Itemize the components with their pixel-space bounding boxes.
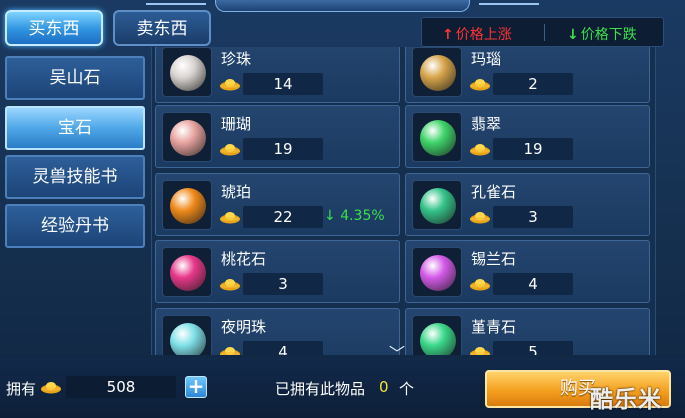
item-icon-frame bbox=[412, 112, 462, 162]
category-item[interactable]: 经验丹书 bbox=[5, 204, 145, 248]
gem-icon bbox=[170, 120, 206, 156]
trend-value: 4.35% bbox=[340, 208, 385, 224]
item-price: 4 bbox=[243, 341, 323, 355]
item-icon-frame bbox=[412, 180, 462, 230]
gold-ingot-icon bbox=[220, 212, 240, 224]
gem-icon bbox=[420, 188, 456, 224]
item-card[interactable]: 锡兰石 4 bbox=[405, 240, 650, 303]
item-card[interactable]: 夜明珠 4 bbox=[155, 308, 400, 355]
item-price: 22 bbox=[243, 206, 323, 228]
gold-ingot-icon bbox=[470, 279, 490, 291]
item-name: 珍珠 bbox=[221, 50, 252, 68]
gem-icon bbox=[420, 120, 456, 156]
item-icon-frame bbox=[162, 247, 212, 297]
item-icon-frame bbox=[162, 47, 212, 97]
item-card[interactable]: 桃花石 3 bbox=[155, 240, 400, 303]
item-name: 孔雀石 bbox=[471, 183, 517, 201]
legend-divider bbox=[544, 24, 545, 41]
item-price: 3 bbox=[243, 273, 323, 295]
item-name: 堇青石 bbox=[471, 318, 517, 336]
gem-icon bbox=[170, 188, 206, 224]
gem-icon bbox=[420, 255, 456, 291]
item-price: 19 bbox=[243, 138, 323, 160]
owned-item-label: 已拥有此物品 bbox=[275, 380, 366, 398]
price-trend: ↓ 4.35% bbox=[324, 208, 385, 224]
item-card[interactable]: 珍珠 14 bbox=[155, 47, 400, 103]
item-grid: 珍珠 14 玛瑙 2 珊瑚 19 翡翠 19 琥珀 22 ↓ 4.35% 孔雀石 3 桃花石 3 锡兰石 4 夜明… bbox=[151, 47, 656, 355]
item-name: 锡兰石 bbox=[471, 250, 517, 268]
gold-ingot-icon bbox=[220, 347, 240, 355]
legend-down-label: 价格下跌 bbox=[580, 27, 637, 43]
gem-icon bbox=[420, 55, 456, 91]
item-price: 4 bbox=[493, 273, 573, 295]
arrow-down-icon: ↓ bbox=[567, 27, 579, 43]
price-legend: ↑ 价格上涨 ↓ 价格下跌 bbox=[421, 17, 664, 47]
item-icon-frame bbox=[412, 247, 462, 297]
item-name: 琥珀 bbox=[221, 183, 252, 201]
own-gold-value: 508 bbox=[66, 376, 176, 398]
item-name: 桃花石 bbox=[221, 250, 267, 268]
gem-icon bbox=[170, 255, 206, 291]
gem-icon bbox=[170, 55, 206, 91]
owned-item-count: 0 bbox=[379, 378, 389, 396]
item-icon-frame bbox=[162, 315, 212, 355]
add-gold-button[interactable]: + bbox=[185, 376, 207, 398]
item-price: 19 bbox=[493, 138, 573, 160]
arrow-up-icon: ↑ bbox=[442, 27, 454, 43]
item-card[interactable]: 珊瑚 19 bbox=[155, 105, 400, 168]
gem-icon bbox=[170, 323, 206, 355]
legend-price-up: ↑ 价格上涨 bbox=[442, 24, 512, 44]
gold-ingot-icon bbox=[41, 382, 61, 394]
item-card[interactable]: 孔雀石 3 bbox=[405, 173, 650, 236]
item-price: 3 bbox=[493, 206, 573, 228]
category-item[interactable]: 吴山石 bbox=[5, 56, 145, 100]
legend-price-down: ↓ 价格下跌 bbox=[567, 24, 637, 44]
item-price: 5 bbox=[493, 341, 573, 355]
category-item[interactable]: 宝石 bbox=[5, 106, 145, 150]
legend-up-label: 价格上涨 bbox=[455, 27, 512, 43]
gold-ingot-icon bbox=[470, 79, 490, 91]
title-decoration bbox=[146, 0, 539, 12]
item-card[interactable]: 翡翠 19 bbox=[405, 105, 650, 168]
category-item[interactable]: 灵兽技能书 bbox=[5, 155, 145, 199]
gold-ingot-icon bbox=[220, 79, 240, 91]
item-name: 玛瑙 bbox=[471, 50, 502, 68]
owned-item-unit: 个 bbox=[399, 380, 415, 398]
tab-sell[interactable]: 卖东西 bbox=[113, 10, 211, 46]
item-card[interactable]: 玛瑙 2 bbox=[405, 47, 650, 103]
item-icon-frame bbox=[162, 112, 212, 162]
item-name: 夜明珠 bbox=[221, 318, 267, 336]
item-icon-frame bbox=[162, 180, 212, 230]
item-name: 翡翠 bbox=[471, 115, 502, 133]
gold-ingot-icon bbox=[470, 212, 490, 224]
gold-ingot-icon bbox=[470, 347, 490, 355]
item-price: 14 bbox=[243, 73, 323, 95]
item-name: 珊瑚 bbox=[221, 115, 252, 133]
item-price: 2 bbox=[493, 73, 573, 95]
item-icon-frame bbox=[412, 315, 462, 355]
own-label: 拥有 bbox=[6, 380, 37, 398]
item-card[interactable]: 堇青石 5 bbox=[405, 308, 650, 355]
gem-icon bbox=[420, 323, 456, 355]
item-card[interactable]: 琥珀 22 ↓ 4.35% bbox=[155, 173, 400, 236]
item-icon-frame bbox=[412, 47, 462, 97]
gold-ingot-icon bbox=[220, 144, 240, 156]
watermark: 酷乐米 bbox=[590, 387, 662, 413]
gold-ingot-icon bbox=[220, 279, 240, 291]
gold-ingot-icon bbox=[470, 144, 490, 156]
tab-buy[interactable]: 买东西 bbox=[5, 10, 103, 46]
